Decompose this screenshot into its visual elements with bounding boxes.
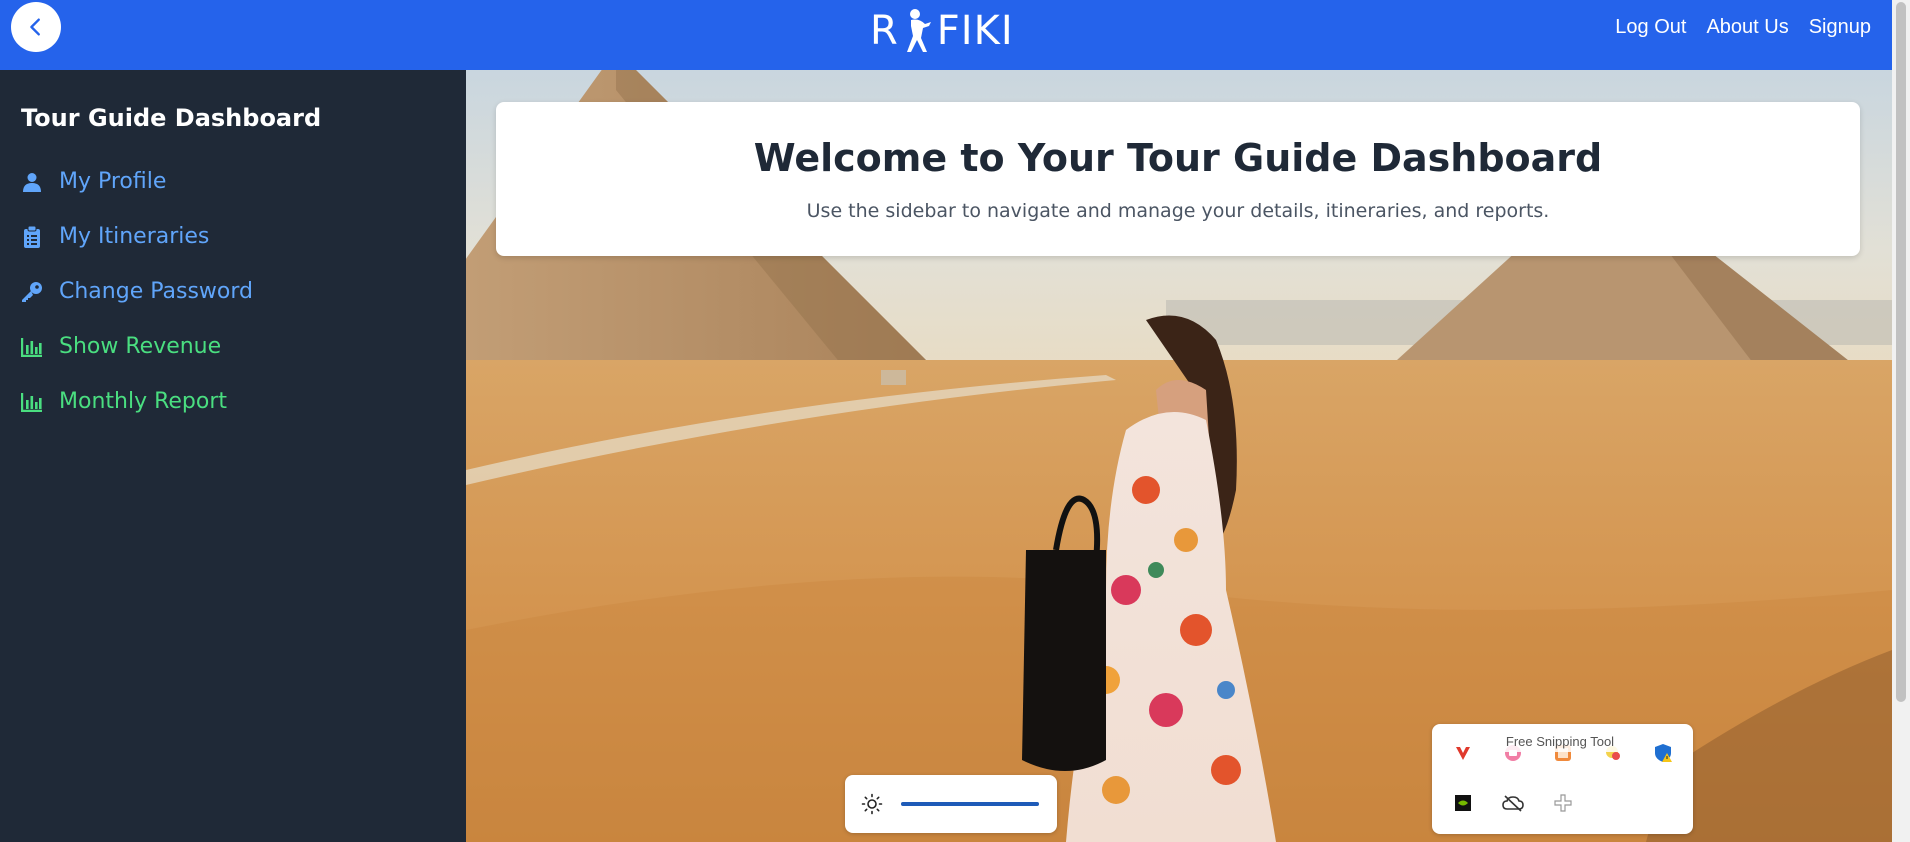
sidebar-item-label: Change Password bbox=[59, 279, 253, 304]
tray-tooltip: Free Snipping Tool bbox=[1498, 732, 1622, 752]
sidebar-item-my-itineraries[interactable]: My Itineraries bbox=[21, 209, 466, 264]
scrollbar-thumb[interactable] bbox=[1896, 2, 1906, 702]
vivaldi-icon[interactable] bbox=[1448, 738, 1478, 768]
logout-link[interactable]: Log Out bbox=[1615, 16, 1686, 39]
sidebar-item-label: Show Revenue bbox=[59, 334, 222, 359]
security-warning-icon[interactable] bbox=[1648, 738, 1678, 768]
top-navbar: R FIKI Log Out About Us Signup bbox=[0, 0, 1892, 70]
key-icon bbox=[21, 281, 43, 303]
logo-text-right: FIKI bbox=[936, 8, 1014, 54]
top-nav-links: Log Out About Us Signup bbox=[1615, 0, 1871, 54]
page-title: Welcome to Your Tour Guide Dashboard bbox=[753, 136, 1603, 180]
sidebar-item-label: Monthly Report bbox=[59, 389, 228, 414]
back-button[interactable] bbox=[11, 2, 61, 52]
sidebar-item-label: My Profile bbox=[59, 169, 167, 194]
brightness-slider-fill bbox=[901, 802, 1039, 806]
cloud-offline-icon[interactable] bbox=[1498, 788, 1528, 818]
sidebar-title: Tour Guide Dashboard bbox=[21, 104, 322, 132]
nvidia-icon[interactable] bbox=[1448, 788, 1478, 818]
logo-figure-icon bbox=[906, 9, 931, 52]
system-tray-flyout: Free Snipping Tool bbox=[1432, 724, 1693, 834]
sidebar-item-change-password[interactable]: Change Password bbox=[21, 264, 466, 319]
welcome-card: Welcome to Your Tour Guide Dashboard Use… bbox=[496, 102, 1860, 256]
add-icon[interactable] bbox=[1548, 788, 1578, 818]
logo-text-left: R bbox=[870, 8, 899, 54]
brightness-sun-icon bbox=[861, 793, 883, 815]
chevron-left-icon bbox=[30, 18, 40, 36]
page-scrollbar[interactable] bbox=[1892, 0, 1910, 842]
brightness-widget bbox=[845, 775, 1057, 833]
sidebar: Tour Guide Dashboard My Profile My Itine… bbox=[0, 70, 466, 842]
brightness-slider[interactable] bbox=[901, 802, 1039, 806]
bar-chart-icon bbox=[21, 391, 43, 413]
rafiki-logo[interactable]: R FIKI bbox=[870, 6, 1014, 56]
signup-link[interactable]: Signup bbox=[1809, 16, 1871, 39]
page-subtitle: Use the sidebar to navigate and manage y… bbox=[806, 200, 1550, 222]
user-icon bbox=[21, 171, 43, 193]
sidebar-item-show-revenue[interactable]: Show Revenue bbox=[21, 319, 466, 374]
clipboard-icon bbox=[21, 225, 43, 248]
bar-chart-icon bbox=[21, 336, 43, 358]
sidebar-item-my-profile[interactable]: My Profile bbox=[21, 154, 466, 209]
sidebar-item-monthly-report[interactable]: Monthly Report bbox=[21, 374, 466, 429]
sidebar-item-label: My Itineraries bbox=[59, 224, 210, 249]
about-us-link[interactable]: About Us bbox=[1706, 16, 1788, 39]
